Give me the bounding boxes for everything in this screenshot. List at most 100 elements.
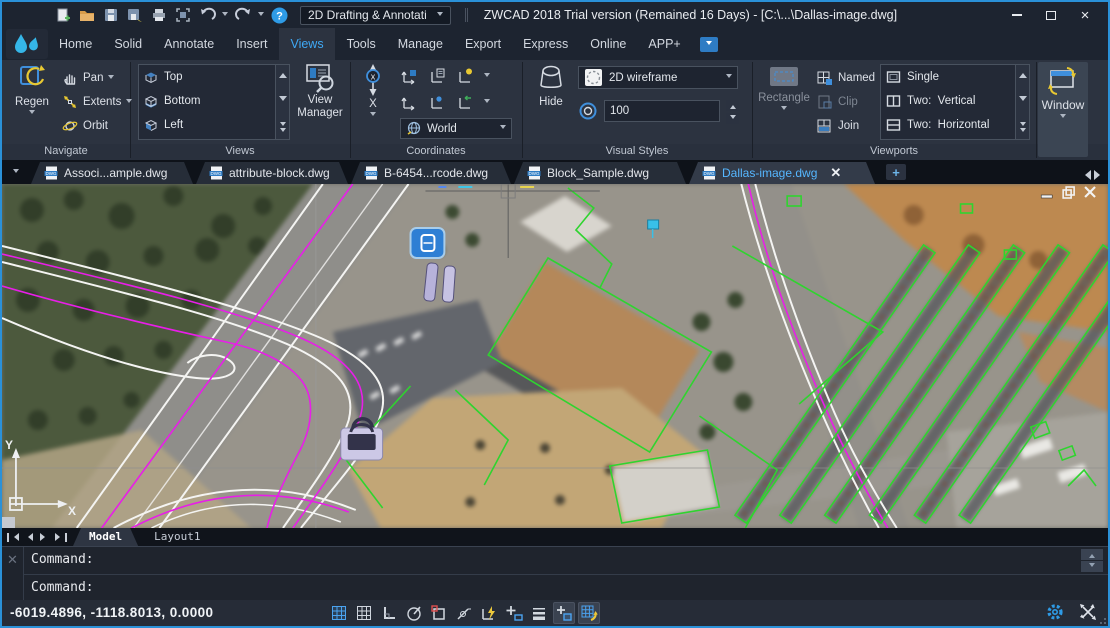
save-as-icon[interactable] xyxy=(126,6,144,24)
tab-tools[interactable]: Tools xyxy=(347,28,376,60)
extents-button[interactable]: Extents xyxy=(62,92,132,112)
ribbon-overflow-button[interactable] xyxy=(700,37,718,52)
tab-solid[interactable]: Solid xyxy=(114,28,142,60)
first-layout-icon[interactable] xyxy=(6,531,19,544)
ucs-origin-icon[interactable] xyxy=(400,67,418,85)
doc-tab-3[interactable]: DWG B-6454...rcode.dwg xyxy=(351,162,511,184)
view-item-left[interactable]: Left xyxy=(139,113,289,137)
save-icon[interactable] xyxy=(102,6,120,24)
scroll-down-icon[interactable] xyxy=(1019,96,1027,105)
image-reference-icon[interactable] xyxy=(411,228,445,258)
snap-toggle-icon[interactable] xyxy=(328,602,350,624)
lineweight-toggle-icon[interactable] xyxy=(528,602,550,624)
settings-gear-icon[interactable] xyxy=(1044,601,1066,626)
scroll-page-down-icon[interactable] xyxy=(280,123,286,135)
last-layout-icon[interactable] xyxy=(54,531,67,544)
scroll-tabs-right-icon[interactable] xyxy=(1094,170,1105,180)
layout1-tab[interactable]: Layout1 xyxy=(138,528,216,546)
close-tab-icon[interactable]: ✕ xyxy=(830,165,841,181)
viewport-two-horizontal[interactable]: Two: Horizontal xyxy=(881,113,1029,137)
polar-toggle-icon[interactable] xyxy=(403,602,425,624)
dynamic-ucs-toggle-icon[interactable] xyxy=(503,602,525,624)
ucs-x-button[interactable]: x X xyxy=(354,63,392,141)
tab-app-plus[interactable]: APP+ xyxy=(648,28,680,60)
next-layout-icon[interactable] xyxy=(38,531,51,544)
open-folder-icon[interactable] xyxy=(78,6,96,24)
drawing-viewport[interactable]: Y X xyxy=(2,184,1108,528)
doc-tab-1[interactable]: DWG Associ...ample.dwg xyxy=(31,162,193,184)
viewport-two-vertical[interactable]: Two: Vertical xyxy=(881,89,1029,113)
ucs-world-axes-icon[interactable] xyxy=(400,93,418,111)
hide-button[interactable]: Hide xyxy=(530,63,572,141)
doc-minimize-icon[interactable] xyxy=(1041,195,1052,198)
dynamic-input-toggle-icon[interactable] xyxy=(478,602,500,624)
annotation-scale-toggle-icon[interactable] xyxy=(578,602,600,624)
selection-cycling-toggle-icon[interactable] xyxy=(553,602,575,624)
scale-spin-up[interactable] xyxy=(726,100,739,111)
otrack-toggle-icon[interactable] xyxy=(453,602,475,624)
view-item-bottom[interactable]: Bottom xyxy=(139,89,289,113)
tab-insert[interactable]: Insert xyxy=(236,28,267,60)
zwcad-logo-icon[interactable] xyxy=(6,29,48,59)
undo-icon[interactable] xyxy=(198,6,216,24)
ucs-move-icon[interactable] xyxy=(456,93,474,111)
osnap-toggle-icon[interactable] xyxy=(428,602,450,624)
command-scroll-up-icon[interactable] xyxy=(1081,549,1103,560)
command-scroll-down-icon[interactable] xyxy=(1081,561,1103,572)
doc-tab-2[interactable]: DWG attribute-block.dwg xyxy=(196,162,348,184)
scroll-tabs-left-icon[interactable] xyxy=(1080,170,1091,180)
scale-spin-down[interactable] xyxy=(726,113,739,124)
ucs-row1-dropdown-icon[interactable] xyxy=(484,73,490,80)
plot-preview-icon[interactable] xyxy=(174,6,192,24)
viewport-join-button[interactable]: Join xyxy=(816,116,859,136)
ortho-toggle-icon[interactable] xyxy=(378,602,400,624)
tab-manage[interactable]: Manage xyxy=(398,28,443,60)
tab-online[interactable]: Online xyxy=(590,28,626,60)
window-button[interactable]: Window xyxy=(1038,62,1088,157)
viewport-clip-button[interactable]: Clip xyxy=(816,92,858,112)
viewport-single[interactable]: Single xyxy=(881,65,1029,89)
prev-layout-icon[interactable] xyxy=(22,531,35,544)
tab-express[interactable]: Express xyxy=(523,28,568,60)
tab-home[interactable]: Home xyxy=(59,28,92,60)
regen-button[interactable]: Regen xyxy=(8,63,56,141)
viewport-named-button[interactable]: Named xyxy=(816,68,875,88)
close-button[interactable]: × xyxy=(1070,5,1100,25)
redo-icon[interactable] xyxy=(234,6,252,24)
doc-tab-4[interactable]: DWG Block_Sample.dwg xyxy=(514,162,686,184)
vp-scale-input[interactable]: 100 xyxy=(604,100,720,122)
ucs-object-icon[interactable] xyxy=(428,93,446,111)
print-icon[interactable] xyxy=(150,6,168,24)
scroll-up-icon[interactable] xyxy=(279,69,287,78)
tab-list-menu-button[interactable] xyxy=(7,165,25,180)
visual-style-select[interactable]: 2D wireframe xyxy=(578,66,738,89)
pan-button[interactable]: Pan xyxy=(62,68,114,88)
new-file-icon[interactable] xyxy=(54,6,72,24)
scroll-down-icon[interactable] xyxy=(279,96,287,105)
minimize-button[interactable] xyxy=(1002,5,1032,25)
view-manager-button[interactable]: View Manager xyxy=(294,63,346,141)
workspace-select[interactable]: 2D Drafting & Annotati xyxy=(300,6,451,25)
ucs-named-icon[interactable] xyxy=(428,67,446,85)
help-icon[interactable]: ? xyxy=(270,6,288,24)
command-input[interactable]: Command: xyxy=(31,580,94,595)
scroll-page-down-icon[interactable] xyxy=(1020,123,1026,135)
command-close-icon[interactable]: ✕ xyxy=(7,552,18,568)
ucs-previous-icon[interactable] xyxy=(456,67,474,85)
ucs-row2-dropdown-icon[interactable] xyxy=(484,99,490,106)
horizontal-scrollbar[interactable] xyxy=(2,517,15,528)
tab-views[interactable]: Views xyxy=(279,28,334,60)
redo-dropdown-icon[interactable] xyxy=(258,12,264,19)
new-tab-button[interactable]: + xyxy=(886,164,906,180)
viewport-rectangle-button[interactable]: Rectangle xyxy=(758,63,810,141)
maximize-button[interactable] xyxy=(1036,5,1066,25)
tab-annotate[interactable]: Annotate xyxy=(164,28,214,60)
resize-grip[interactable] xyxy=(1097,615,1106,624)
orbit-button[interactable]: Orbit xyxy=(62,116,108,136)
view-item-top[interactable]: Top xyxy=(139,65,289,89)
scroll-up-icon[interactable] xyxy=(1019,69,1027,78)
tab-export[interactable]: Export xyxy=(465,28,501,60)
doc-tab-dallas-active[interactable]: DWG Dallas-image.dwg ✕ xyxy=(689,162,875,184)
ucs-select[interactable]: World xyxy=(400,118,512,139)
fullscreen-icon[interactable] xyxy=(1078,602,1098,625)
